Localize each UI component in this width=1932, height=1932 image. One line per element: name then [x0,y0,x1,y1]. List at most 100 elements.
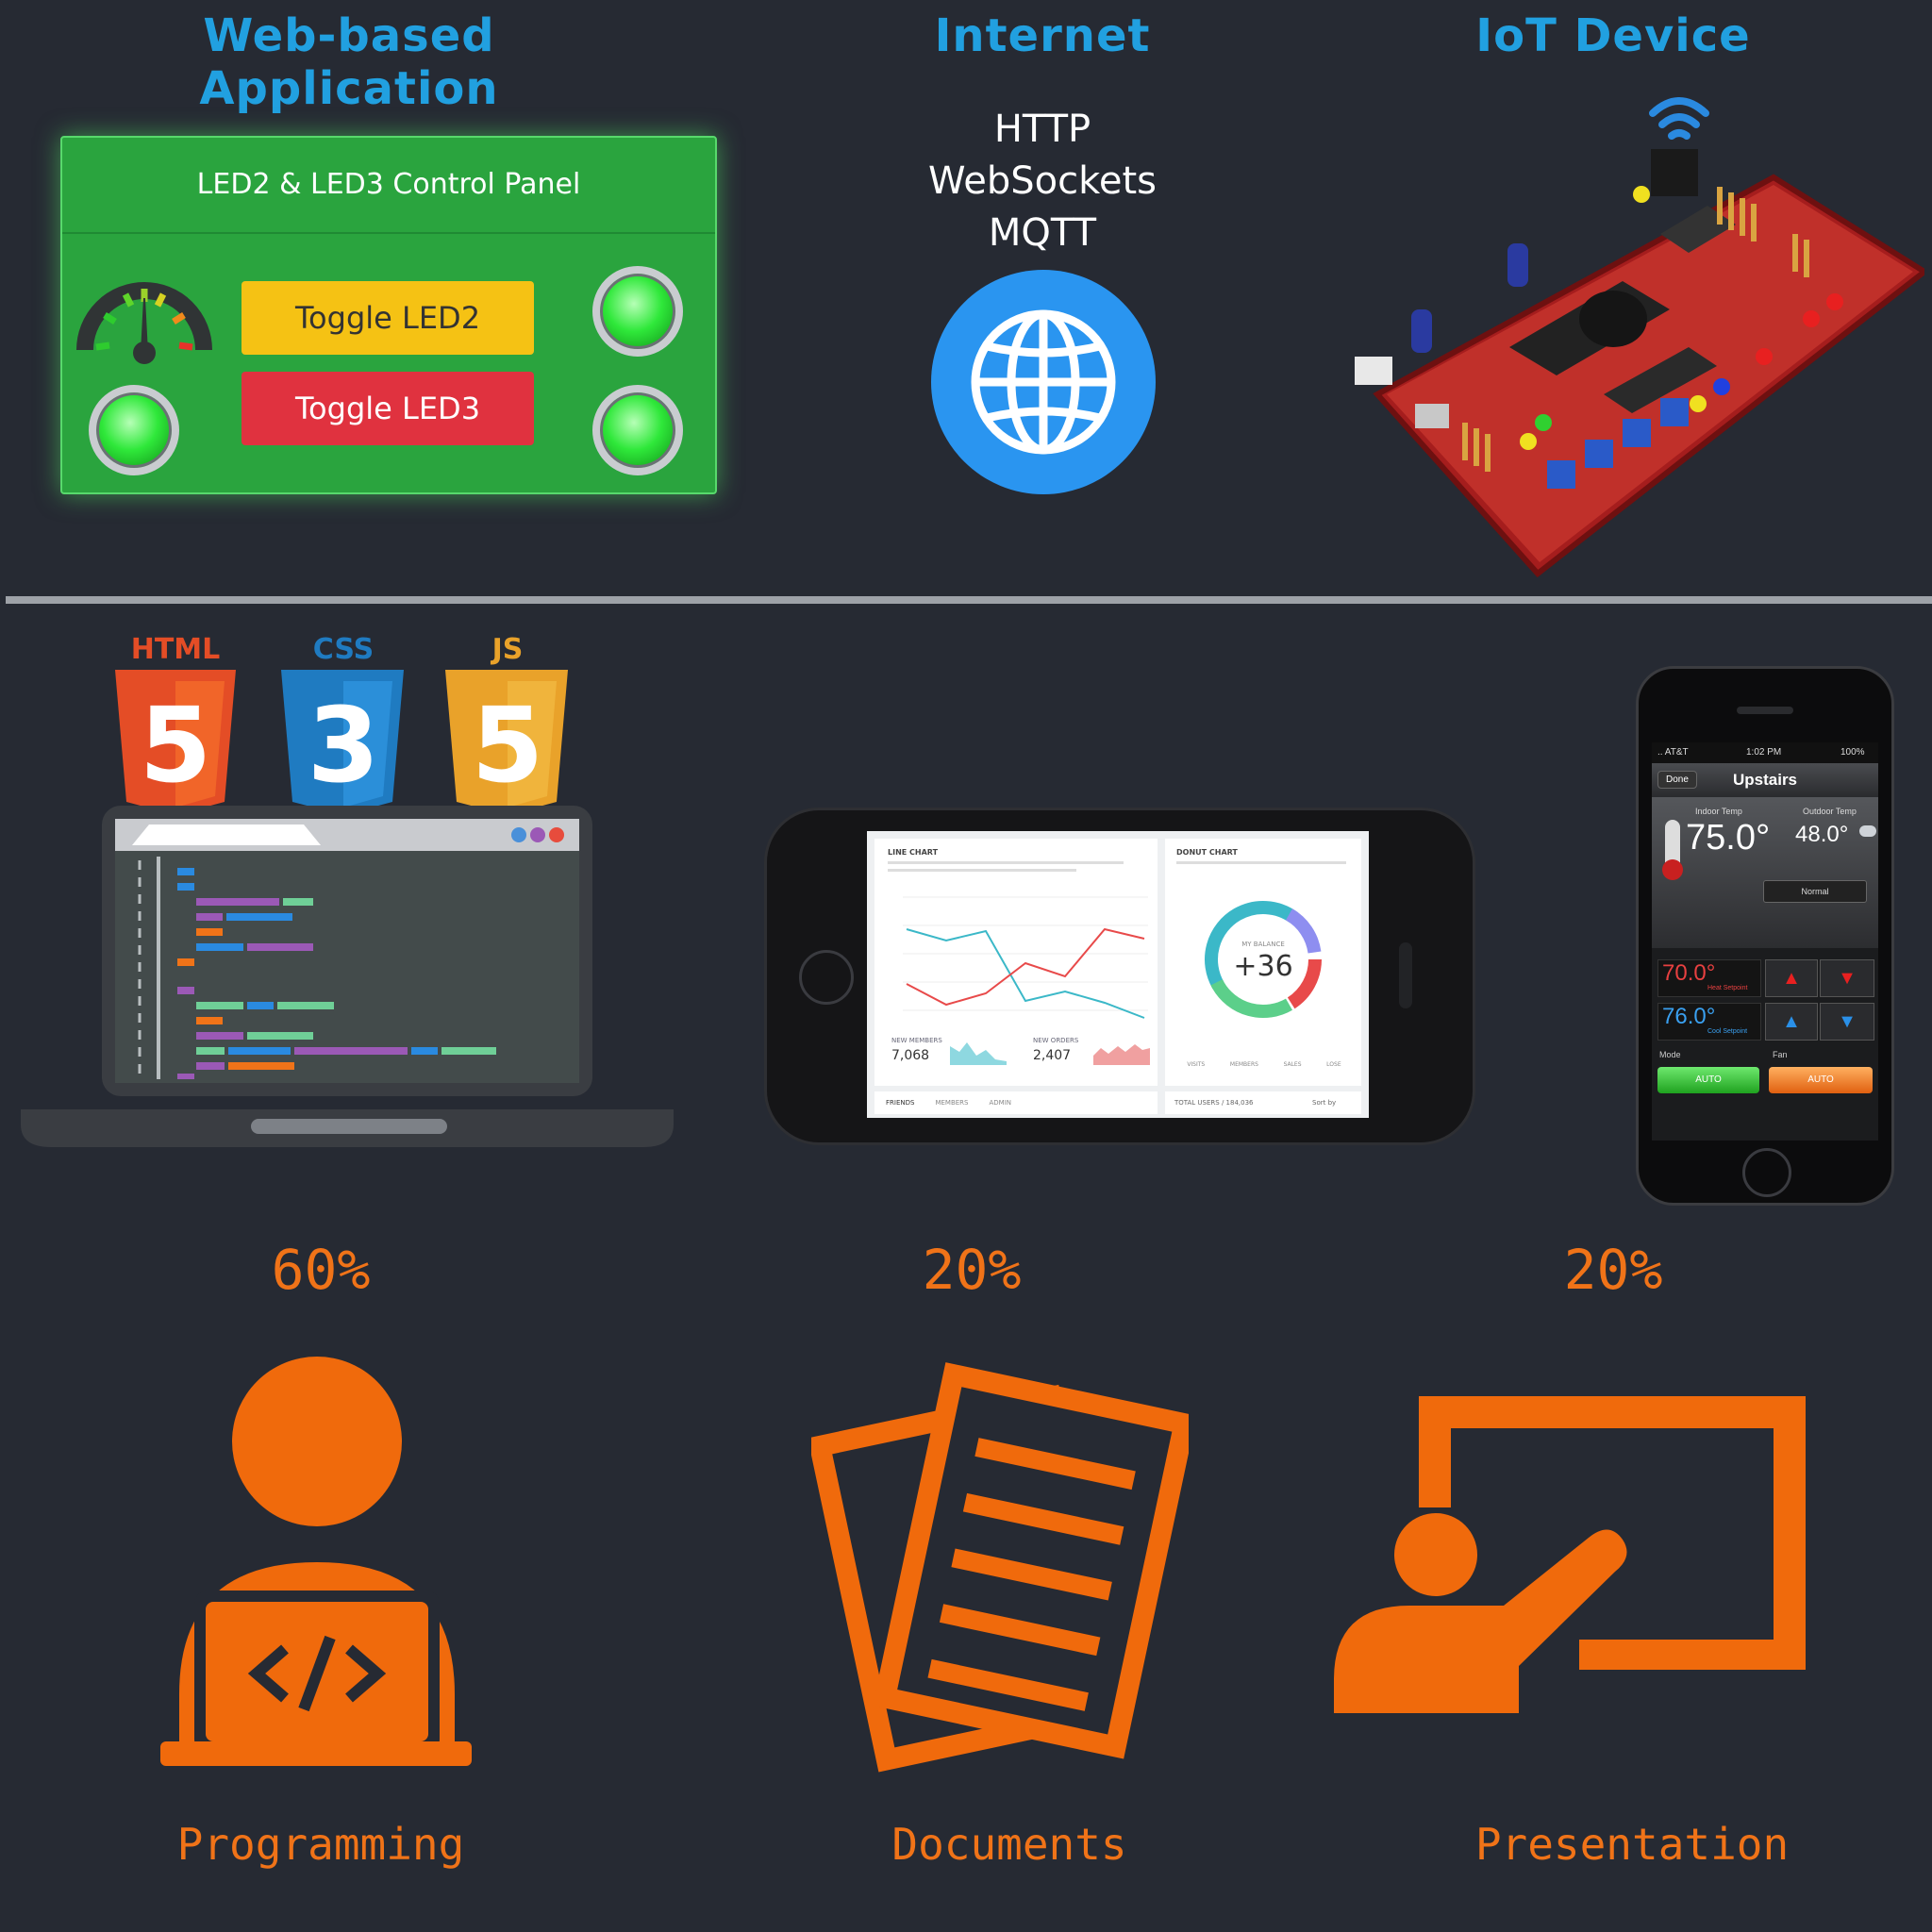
fan-label: Fan [1773,1050,1788,1059]
tab-friends[interactable]: FRIENDS [886,1099,914,1107]
donut-chart-card: DONUT CHART MY BALANCE +36 VISITS MEMBER… [1165,839,1361,1086]
led-control-panel: LED2 & LED3 Control Panel Toggle LED2 To… [60,136,717,494]
carrier: .. AT&T [1657,747,1689,758]
heat-down-button[interactable]: ▼ [1820,959,1874,997]
js-badge-label: JS [491,633,524,666]
total-users-bar: TOTAL USERS / 184,036 Sort by [1165,1091,1361,1114]
mode-auto-button[interactable]: AUTO [1657,1067,1759,1093]
balance-label: MY BALANCE [1241,941,1285,948]
thermostat-title: Upstairs [1732,771,1798,789]
phone-portrait: .. AT&T 1:02 PM 100% Done Upstairs Indoo… [1636,666,1894,1206]
sort-by-select[interactable]: Sort by [1312,1099,1336,1107]
html-badge-label: HTML [131,633,221,666]
tech-badges: HTML 5 CSS 3 JS 5 [115,633,568,815]
section-divider [6,596,1932,604]
css-badge-number: 3 [308,685,380,806]
cool-setpoint-value: 76.0° [1662,1004,1716,1029]
earpiece-icon [1737,707,1793,714]
dashboard-screen: LINE CHART NEW MEMBERS 7,068 NEW ORDERS … [867,831,1369,1118]
html5-icon: HTML 5 [115,633,236,815]
iot-board-image [1355,97,1924,578]
nav-bar: Done Upstairs [1652,763,1878,797]
temp-display: Indoor Temp Outdoor Temp 75.0° 48.0° Nor… [1652,797,1878,948]
stat-visits: VISITS [1187,1061,1206,1068]
line-chart-title: LINE CHART [888,848,939,857]
fan-auto-button[interactable]: AUTO [1769,1067,1873,1093]
battery: 100% [1840,747,1865,758]
percent-programming: 60% [271,1238,371,1302]
members-sparkline [950,1042,1007,1065]
heat-setpoint: 70.0° Heat Setpoint [1657,959,1761,997]
donut-chart-desc [1176,861,1346,864]
mode-select[interactable]: Normal [1763,880,1867,903]
protocol-websockets: WebSockets [928,159,1157,203]
new-members-label: NEW MEMBERS [891,1037,942,1044]
laptop-code-image [21,806,674,1147]
home-button-icon-2 [1742,1148,1791,1197]
toggle-led3-button[interactable]: Toggle LED3 [242,372,534,445]
dashboard-tabs: FRIENDS MEMBERS ADMIN [874,1091,1158,1114]
js-icon: JS 5 [445,633,568,815]
clock: 1:02 PM [1746,747,1782,758]
protocol-http: HTTP [993,108,1091,151]
css-badge-label: CSS [313,633,374,666]
donut-chart-title: DONUT CHART [1176,848,1238,857]
css3-icon: CSS 3 [281,633,404,815]
caption-programming: Programming [176,1819,465,1870]
protocol-list: HTTP WebSockets MQTT [887,104,1198,259]
thermometer-bulb-icon [1662,859,1683,880]
js-badge-number: 5 [472,685,544,806]
line-chart-desc [888,861,1124,864]
cool-down-button[interactable]: ▼ [1820,1003,1874,1041]
heading-iot-device: IoT Device [1475,9,1751,62]
new-members-value: 7,068 [891,1048,930,1063]
cool-setpoint: 76.0° Cool Setpoint [1657,1003,1761,1041]
speaker-icon [1399,942,1412,1008]
new-orders-label: NEW ORDERS [1033,1037,1079,1044]
caption-presentation: Presentation [1474,1819,1790,1870]
programmer-icon [160,1357,472,1766]
html-badge-number: 5 [140,685,212,806]
cool-up-button[interactable]: ▲ [1765,1003,1818,1041]
heat-setpoint-value: 70.0° [1662,960,1716,986]
heading-web-app: Web-based Application [199,9,499,115]
outdoor-temp-label: Outdoor Temp [1803,807,1857,816]
toggle-led2-button[interactable]: Toggle LED2 [242,281,534,355]
indoor-temp-label: Indoor Temp [1695,807,1742,816]
gauge-icon [76,282,212,364]
cloud-icon [1859,825,1876,837]
documents-icon [811,1362,1189,1773]
cool-setpoint-label: Cool Setpoint [1707,1028,1748,1035]
percent-presentation: 20% [1563,1238,1663,1302]
panel-divider [62,232,715,234]
outdoor-temp-value: 48.0° [1795,822,1849,847]
stat-labels: VISITS MEMBERS SALES LOSE [1174,1061,1354,1068]
indoor-temp-value: 75.0° [1686,818,1771,858]
mode-label: Mode [1659,1050,1681,1059]
heat-up-button[interactable]: ▲ [1765,959,1818,997]
wifi-icon [1649,97,1709,140]
stat-members: MEMBERS [1229,1061,1258,1068]
total-users: TOTAL USERS / 184,036 [1174,1099,1254,1107]
home-button-icon [799,950,854,1005]
orders-sparkline [1093,1044,1150,1065]
heat-setpoint-label: Heat Setpoint [1707,985,1748,991]
led3-indicator [592,385,683,475]
percent-documents: 20% [922,1238,1022,1302]
protocol-mqtt: MQTT [988,211,1097,255]
tab-members[interactable]: MEMBERS [935,1099,968,1107]
caption-documents: Documents [891,1819,1127,1870]
control-panel-title: LED2 & LED3 Control Panel [196,168,581,201]
led-indicator-left [89,385,179,475]
line-chart-desc-2 [888,869,1076,872]
new-orders-value: 2,407 [1033,1048,1072,1063]
thermostat-screen: .. AT&T 1:02 PM 100% Done Upstairs Indoo… [1652,742,1878,1141]
balance-value: +36 [1233,950,1293,983]
tab-admin[interactable]: ADMIN [990,1099,1012,1107]
stat-lose: LOSE [1326,1061,1341,1068]
line-chart-card: LINE CHART NEW MEMBERS 7,068 NEW ORDERS … [874,839,1158,1086]
status-bar: .. AT&T 1:02 PM 100% [1652,742,1878,763]
line-chart [903,896,1148,1019]
heading-internet: Internet [934,9,1151,62]
phone-landscape: LINE CHART NEW MEMBERS 7,068 NEW ORDERS … [764,808,1475,1145]
